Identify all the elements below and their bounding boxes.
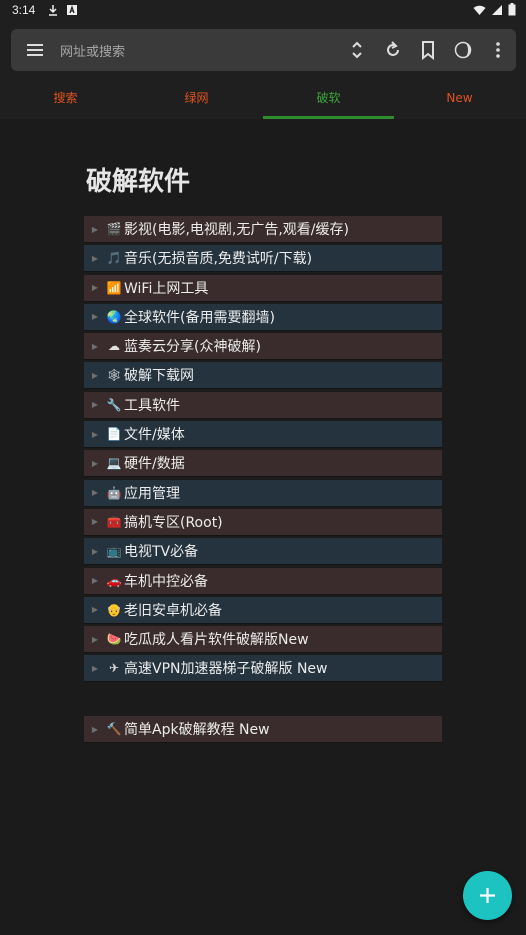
battery-icon: [508, 3, 516, 16]
list-item-label: 车机中控必备: [124, 573, 208, 590]
tab-green-web[interactable]: 绿网: [131, 80, 262, 119]
list-item[interactable]: ▶ 📶 WiFi上网工具: [84, 274, 442, 302]
tab-new[interactable]: New: [394, 80, 525, 119]
list-item[interactable]: ▶ 🎬 影视(电影,电视剧,无广告,观看/缓存): [84, 216, 442, 243]
expand-arrow-icon: ▶: [91, 724, 99, 734]
expand-arrow-icon: ▶: [91, 576, 99, 586]
list-item[interactable]: ▶ 💻 硬件/数据: [84, 450, 442, 478]
item-emoji-icon: 💻: [106, 456, 122, 471]
more-icon[interactable]: [488, 40, 508, 60]
expand-arrow-icon: ▶: [91, 253, 99, 263]
list-item-label: 文件/媒体: [124, 427, 185, 444]
expand-icon[interactable]: [347, 40, 367, 60]
expand-arrow-icon: ▶: [91, 283, 99, 293]
list-item-label: 工具软件: [124, 397, 180, 414]
list-item[interactable]: ▶ 👴 老旧安卓机必备: [84, 596, 442, 624]
category-list: ▶ 🎬 影视(电影,电视剧,无广告,观看/缓存) ▶ 🎵 音乐(无损音质,免费试听/下载)…: [84, 216, 442, 685]
list-item-label: 音乐(无损音质,免费试听/下载): [124, 251, 313, 268]
expand-arrow-icon: ▶: [91, 429, 99, 439]
list-item-label: 老旧安卓机必备: [124, 602, 222, 619]
tab-search[interactable]: 搜索: [0, 80, 131, 119]
expand-arrow-icon: ▶: [91, 224, 99, 234]
expand-arrow-icon: ▶: [91, 663, 99, 673]
list-item[interactable]: ▶ 🔧 工具软件: [84, 391, 442, 419]
reload-icon[interactable]: [383, 40, 403, 60]
tab-bar: 搜索 绿网 破软 New: [0, 80, 526, 119]
item-emoji-icon: 🔨: [106, 722, 122, 736]
a-box-icon: [67, 5, 77, 15]
page-title: 破解软件: [86, 167, 191, 197]
list-item[interactable]: ▶ 🌏 全球软件(备用需要翻墙): [84, 303, 442, 331]
list-item[interactable]: ▶ 🍉 吃瓜成人看片软件破解版New: [84, 626, 442, 654]
list-item-label: 简单Apk破解教程 New: [124, 722, 270, 738]
item-emoji-icon: 📺: [106, 544, 122, 559]
list-item[interactable]: ▶ 📄 文件/媒体: [84, 421, 442, 449]
item-emoji-icon: 🌏: [106, 309, 122, 324]
status-time: 3:14: [12, 3, 36, 17]
list-item[interactable]: ▶ 🧰 搞机专区(Root): [84, 508, 442, 536]
item-emoji-icon: 🚗: [106, 573, 122, 588]
expand-arrow-icon: ▶: [91, 341, 99, 351]
list-item[interactable]: ▶ ✈ 高速VPN加速器梯子破解版 New: [84, 655, 442, 683]
item-emoji-icon: 👴: [106, 602, 122, 617]
list-item-label: 破解下载网: [124, 368, 194, 385]
list-item-label: 吃瓜成人看片软件破解版New: [124, 632, 309, 649]
expand-arrow-icon: ▶: [91, 488, 99, 498]
add-button[interactable]: [463, 871, 512, 920]
list-item[interactable]: ▶ 🕸 破解下载网: [84, 362, 442, 390]
expand-arrow-icon: ▶: [91, 312, 99, 322]
expand-arrow-icon: ▶: [91, 517, 99, 527]
list-item[interactable]: ▶ 🎵 音乐(无损音质,免费试听/下载): [84, 245, 442, 273]
expand-arrow-icon: ▶: [91, 605, 99, 615]
item-emoji-icon: ☁: [108, 339, 120, 354]
item-emoji-icon: 🔧: [106, 397, 122, 412]
signal-icon: [492, 4, 502, 15]
list-item-label: WiFi上网工具: [124, 280, 209, 297]
plus-icon: [480, 888, 495, 903]
wifi-icon: [473, 5, 486, 15]
tab-cracked-software[interactable]: 破软: [263, 80, 394, 119]
list-item-label: 硬件/数据: [124, 456, 185, 473]
list-item-label: 搞机专区(Root): [124, 514, 223, 531]
list-item[interactable]: ▶ ☁ 蓝奏云分享(众神破解): [84, 333, 442, 361]
expand-arrow-icon: ▶: [91, 400, 99, 410]
item-emoji-icon: 🎬: [106, 222, 122, 236]
expand-arrow-icon: ▶: [91, 370, 99, 380]
url-bar[interactable]: 网址或搜索: [11, 29, 516, 71]
list-item-label: 蓝奏云分享(众神破解): [124, 339, 261, 356]
tutorial-list: ▶ 🔨 简单Apk破解教程 New: [84, 716, 442, 745]
list-item-label: 影视(电影,电视剧,无广告,观看/缓存): [124, 222, 349, 238]
list-item-label: 全球软件(备用需要翻墙): [124, 309, 275, 326]
download-icon: [49, 5, 57, 16]
list-item[interactable]: ▶ 📺 电视TV必备: [84, 538, 442, 566]
list-item[interactable]: ▶ 🤖 应用管理: [84, 479, 442, 507]
item-emoji-icon: 🤖: [106, 485, 122, 500]
list-item[interactable]: ▶ 🔨 简单Apk破解教程 New: [84, 716, 442, 743]
item-emoji-icon: 🧰: [106, 514, 122, 529]
status-bar: 3:14: [0, 0, 526, 22]
bookmark-icon[interactable]: [418, 40, 438, 60]
list-item-label: 高速VPN加速器梯子破解版 New: [124, 661, 328, 678]
menu-icon[interactable]: [25, 40, 45, 60]
item-emoji-icon: 📄: [106, 427, 122, 442]
item-emoji-icon: 🎵: [106, 251, 122, 266]
expand-arrow-icon: ▶: [91, 634, 99, 644]
item-emoji-icon: ✈: [108, 661, 120, 676]
url-input[interactable]: 网址或搜索: [60, 41, 125, 60]
expand-arrow-icon: ▶: [91, 546, 99, 556]
item-emoji-icon: 📶: [106, 280, 122, 295]
night-mode-icon[interactable]: [453, 40, 473, 60]
item-emoji-icon: 🍉: [106, 632, 122, 647]
page-content: 破解软件 ▶ 🎬 影视(电影,电视剧,无广告,观看/缓存) ▶ 🎵 音乐(无损音质,免费试…: [0, 119, 526, 935]
list-item-label: 电视TV必备: [124, 544, 199, 561]
app-bar: 网址或搜索: [0, 22, 526, 80]
list-item[interactable]: ▶ 🚗 车机中控必备: [84, 567, 442, 595]
expand-arrow-icon: ▶: [91, 458, 99, 468]
list-item-label: 应用管理: [124, 485, 180, 502]
item-emoji-icon: 🕸: [106, 368, 122, 383]
